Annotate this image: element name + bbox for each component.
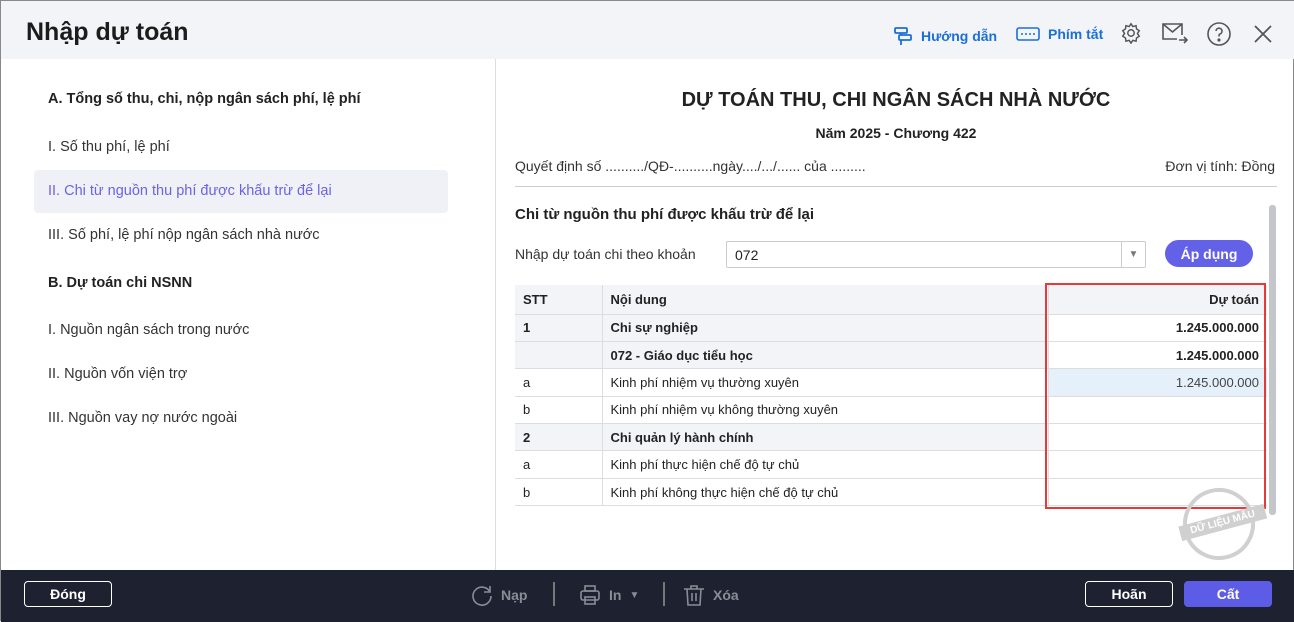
printer-icon: [580, 585, 600, 605]
table-header: STT Nội dung Dự toán: [515, 285, 1267, 315]
page-title: Nhập dự toán: [26, 18, 189, 46]
row-estimate[interactable]: 1.245.000.000: [1048, 341, 1267, 370]
sidebar-item-foreign-loans[interactable]: III. Nguồn vay nợ nước ngoài: [34, 397, 448, 440]
divider: [515, 186, 1277, 187]
row-stt: a: [515, 450, 603, 479]
gear-icon[interactable]: [1120, 22, 1142, 44]
unit-label: Đơn vị tính: Đồng: [1165, 158, 1275, 174]
delete-label: Xóa: [713, 587, 739, 603]
separator: [553, 582, 555, 606]
row-content: Chi quản lý hành chính: [602, 423, 1049, 452]
mail-forward-icon[interactable]: [1162, 22, 1188, 44]
sidebar: A. Tổng số thu, chi, nộp ngân sách phí, …: [1, 59, 496, 570]
sidebar-item-fee-payment[interactable]: III. Số phí, lệ phí nộp ngân sách nhà nư…: [34, 214, 448, 257]
delete-button[interactable]: Xóa: [683, 584, 739, 606]
table-row: a Kinh phí thực hiện chế độ tự chủ: [515, 450, 1267, 479]
refresh-icon: [472, 586, 492, 606]
footer-toolbar: Đóng Nạp In ▼ Xóa Hoãn Cất: [1, 570, 1294, 622]
col-content: Nội dung: [602, 285, 1049, 315]
table-row: 1 Chi sự nghiệp 1.245.000.000: [515, 314, 1267, 342]
row-stt: b: [515, 396, 603, 425]
table-row: a Kinh phí nhiệm vụ thường xuyên 1.245.000…: [515, 368, 1267, 397]
header: Nhập dự toán Hướng dẫn Phím tắt: [1, 1, 1294, 59]
chevron-down-icon[interactable]: ▼: [1121, 242, 1145, 267]
print-button[interactable]: In ▼: [579, 584, 639, 606]
row-content: 072 - Giáo dục tiểu học: [602, 341, 1049, 370]
row-content: Kinh phí không thực hiện chế độ tự chủ: [602, 478, 1049, 507]
sidebar-item-section-b[interactable]: B. Dự toán chi NSNN: [34, 262, 448, 305]
caret-down-icon[interactable]: ▼: [629, 590, 639, 601]
table-row: b Kinh phí nhiệm vụ không thường xuyên: [515, 396, 1267, 425]
scrollbar[interactable]: [1269, 205, 1276, 515]
shortcuts-link[interactable]: Phím tắt: [1016, 26, 1103, 42]
khoan-value: 072: [735, 247, 759, 263]
reload-label: Nạp: [501, 587, 528, 603]
reload-button[interactable]: Nạp: [471, 584, 527, 606]
row-stt: b: [515, 478, 603, 507]
sidebar-item-section-a[interactable]: A. Tổng số thu, chi, nộp ngân sách phí, …: [34, 78, 448, 121]
row-content: Kinh phí nhiệm vụ thường xuyên: [602, 368, 1049, 397]
save-button[interactable]: Cất: [1184, 581, 1272, 607]
table-row: 072 - Giáo dục tiểu học 1.245.000.000: [515, 341, 1267, 370]
row-content: Kinh phí nhiệm vụ không thường xuyên: [602, 396, 1049, 425]
close-button[interactable]: Đóng: [24, 581, 112, 607]
keyboard-icon: [1016, 27, 1040, 41]
trash-icon: [684, 585, 704, 606]
row-stt: 2: [515, 423, 603, 452]
row-estimate[interactable]: [1048, 396, 1267, 425]
row-content: Chi sự nghiệp: [602, 314, 1049, 342]
print-label: In: [609, 587, 622, 603]
row-content: Kinh phí thực hiện chế độ tự chủ: [602, 450, 1049, 479]
separator: [663, 582, 665, 606]
row-stt: a: [515, 368, 603, 397]
sidebar-item-retained-spending[interactable]: II. Chi từ nguồn thu phí được khấu trừ đ…: [34, 170, 448, 213]
row-estimate[interactable]: 1.245.000.000: [1048, 368, 1267, 397]
cancel-button[interactable]: Hoãn: [1085, 581, 1173, 607]
guide-link[interactable]: Hướng dẫn: [893, 26, 997, 46]
document-title: DỰ TOÁN THU, CHI NGÂN SÁCH NHÀ NƯỚC: [681, 89, 1111, 111]
row-stt: [515, 341, 603, 370]
row-estimate[interactable]: 1.245.000.000: [1048, 314, 1267, 342]
signpost-icon: [894, 27, 912, 45]
close-icon[interactable]: [1253, 24, 1273, 44]
shortcuts-label: Phím tắt: [1048, 26, 1104, 42]
khoan-select[interactable]: 072 ▼: [726, 241, 1146, 268]
guide-label: Hướng dẫn: [921, 28, 998, 44]
sidebar-item-aid[interactable]: II. Nguồn vốn viện trợ: [34, 353, 448, 396]
khoan-label: Nhập dự toán chi theo khoản: [515, 246, 696, 262]
row-stt: 1: [515, 314, 603, 342]
document-subtitle: Năm 2025 - Chương 422: [815, 125, 977, 141]
apply-button[interactable]: Áp dụng: [1165, 240, 1253, 267]
col-stt: STT: [515, 285, 603, 315]
section-title: Chi từ nguồn thu phí được khấu trừ để lạ…: [515, 206, 815, 223]
help-icon[interactable]: [1207, 22, 1231, 46]
stamp-text: DỮ LIỆU MẪU: [1178, 503, 1268, 542]
table-row: b Kinh phí không thực hiện chế độ tự chủ: [515, 478, 1267, 507]
row-estimate[interactable]: [1048, 450, 1267, 479]
table-row: 2 Chi quản lý hành chính: [515, 423, 1267, 452]
sidebar-item-domestic-budget[interactable]: I. Nguồn ngân sách trong nước: [34, 309, 448, 352]
decision-line: Quyết định số ........../QĐ-..........ng…: [515, 158, 866, 174]
sidebar-item-fee-revenue[interactable]: I. Số thu phí, lệ phí: [34, 126, 448, 169]
row-estimate[interactable]: [1048, 423, 1267, 452]
budget-table: STT Nội dung Dự toán 1 Chi sự nghiệp 1.245…: [515, 285, 1267, 507]
col-estimate: Dự toán: [1048, 285, 1267, 315]
